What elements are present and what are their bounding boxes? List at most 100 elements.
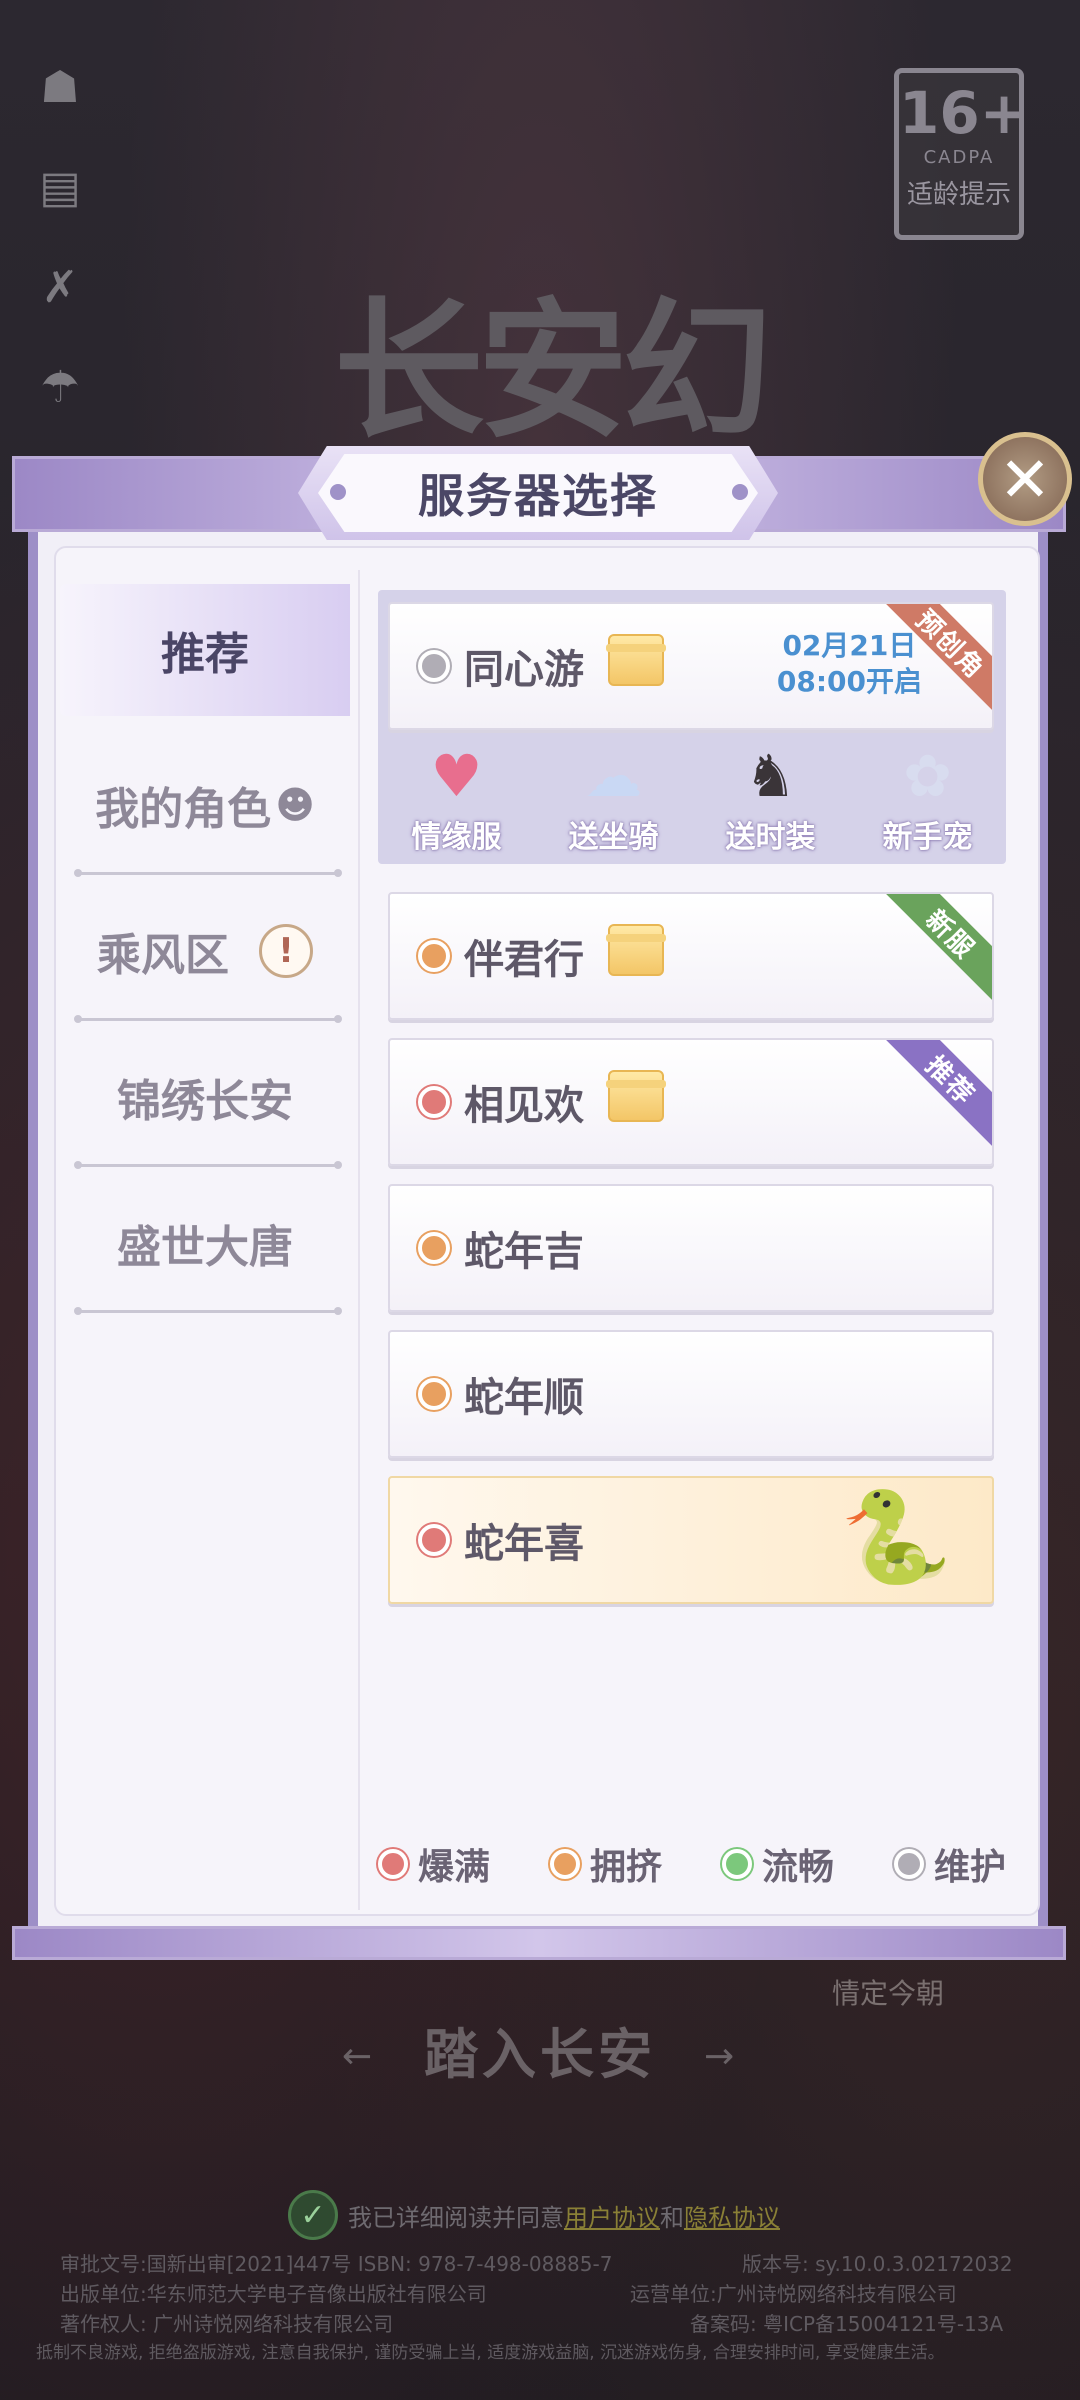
status-full-icon — [378, 1849, 408, 1879]
legend-item: 维护 — [893, 1838, 1006, 1890]
tab-label: 锦绣长安 — [117, 1076, 293, 1127]
legend-item: 拥挤 — [549, 1838, 662, 1890]
age-rating-org: CADPA — [923, 147, 995, 168]
enter-game-button[interactable]: 踏入长安 — [340, 2020, 740, 2090]
perk-item: ♥ 情缘服 — [392, 740, 522, 860]
title-plate-inner: 服务器选择 — [318, 454, 758, 532]
server-card-special[interactable]: 蛇年喜 🐍 — [388, 1476, 994, 1604]
footer-version: 版本号: sy.10.0.3.02172032 — [742, 2252, 1013, 2276]
server-card-featured[interactable]: 同心游 02月21日 08:00开启 预创角 — [388, 602, 994, 730]
footer-publisher: 出版单位:华东师范大学电子音像出版社有限公司 — [60, 2282, 487, 2306]
tab-my-characters[interactable]: 我的角色 ☻ — [60, 738, 350, 872]
gallery-icon[interactable]: ▤ — [36, 160, 84, 216]
modal-title: 服务器选择 — [418, 469, 658, 523]
current-server-label[interactable]: 情定今朝 — [832, 1972, 944, 2012]
footer-icp: 备案码: 粤ICP备15004121号-13A — [690, 2312, 1004, 2336]
character-icon: ☻ — [275, 783, 315, 827]
age-rating-tip: 适龄提示 — [906, 180, 1011, 210]
gift-icon — [606, 1070, 666, 1122]
status-crowded-icon — [549, 1849, 580, 1879]
perk-item: ♞ 送时装 — [706, 740, 836, 860]
agreement-row: ✓ 我已详细阅读并同意 用户协议 和 隐私协议 — [288, 2190, 780, 2240]
customer-service-icon[interactable]: ☂ — [36, 360, 84, 416]
title-ornament-left — [330, 484, 346, 500]
user-agreement-link[interactable]: 用户协议 — [564, 2198, 660, 2233]
modal-bottom-frame — [12, 1926, 1066, 1960]
footer-approval: 审批文号:国新出审[2021]447号 ISBN: 978-7-498-0888… — [60, 2252, 613, 2276]
tab-label: 我的角色 — [95, 784, 272, 835]
tab-divider — [74, 1307, 342, 1315]
perk-item: ☁ 送坐骑 — [549, 740, 679, 860]
column-separator — [358, 570, 360, 1910]
perk-label: 新手宠 — [882, 820, 973, 855]
legend-item: 流畅 — [721, 1838, 834, 1890]
close-button[interactable]: ✕ — [978, 432, 1072, 526]
legend-label: 流畅 — [761, 1847, 834, 1888]
perk-label: 送时装 — [725, 820, 816, 855]
server-name: 同心游 — [464, 647, 584, 693]
legend-label: 维护 — [933, 1847, 1006, 1888]
alert-icon: ! — [259, 924, 313, 978]
side-toolbar: ☗ ▤ ✗ ☂ — [36, 60, 84, 416]
agree-checkbox[interactable]: ✓ — [288, 2190, 338, 2240]
perk-label: 送坐骑 — [568, 820, 659, 855]
server-card[interactable]: 蛇年顺 — [388, 1330, 994, 1458]
status-legend: 爆满 拥挤 流畅 维护 — [378, 1838, 1006, 1890]
tab-divider — [74, 869, 342, 877]
gift-icon — [606, 634, 666, 686]
open-hour: 08:00开启 — [776, 665, 922, 698]
footer-operator: 运营单位:广州诗悦网络科技有限公司 — [630, 2282, 957, 2306]
pet-icon: ✿ — [903, 742, 952, 810]
agreement-prefix: 我已详细阅读并同意 — [348, 2203, 564, 2232]
server-name: 蛇年顺 — [464, 1375, 584, 1421]
tab-jinxiu-changan[interactable]: 锦绣长安 — [60, 1030, 350, 1164]
cloud-mount-icon: ☁ — [584, 742, 643, 810]
status-full-icon — [418, 1524, 450, 1556]
status-crowded-icon — [418, 940, 450, 972]
legend-label: 拥挤 — [589, 1847, 662, 1888]
tab-divider — [74, 1015, 342, 1023]
server-name: 相见欢 — [464, 1083, 584, 1129]
legend-item: 爆满 — [378, 1838, 490, 1890]
legend-label: 爆满 — [418, 1847, 491, 1888]
age-rating-badge[interactable]: 16+ CADPA 适龄提示 — [894, 68, 1029, 240]
announcement-icon[interactable]: ☗ — [36, 60, 84, 116]
status-crowded-icon — [418, 1378, 450, 1410]
agreement-and: 和 — [660, 2203, 684, 2232]
tab-label: 推荐 — [161, 629, 249, 680]
privacy-agreement-link[interactable]: 隐私协议 — [684, 2198, 780, 2233]
status-full-icon — [418, 1086, 450, 1118]
close-icon: ✕ — [999, 442, 1051, 516]
perk-item: ✿ 新手宠 — [863, 740, 993, 860]
status-maintenance-icon — [418, 650, 450, 682]
costume-icon: ♞ — [744, 742, 797, 810]
server-card[interactable]: 蛇年吉 — [388, 1184, 994, 1312]
snake-mascot-icon: 🐍 — [839, 1485, 952, 1590]
server-card[interactable]: 伴君行 新服 — [388, 892, 994, 1020]
status-maintenance-icon — [893, 1849, 924, 1879]
ribbon-recommended: 推荐 — [881, 1040, 992, 1150]
repair-icon[interactable]: ✗ — [36, 260, 84, 316]
gift-icon — [606, 924, 666, 976]
open-time: 02月21日 08:00开启 — [777, 628, 922, 700]
tab-label: 盛世大唐 — [117, 1222, 293, 1273]
arrow-right-icon: → — [704, 2036, 735, 2077]
ribbon-new-server: 新服 — [881, 894, 992, 1004]
server-name: 蛇年喜 — [464, 1521, 584, 1567]
status-crowded-icon — [418, 1232, 450, 1264]
server-card[interactable]: 相见欢 推荐 — [388, 1038, 994, 1166]
title-ornament-right — [732, 484, 748, 500]
tab-shengshi-datang[interactable]: 盛世大唐 — [60, 1176, 350, 1310]
tab-chengfeng-zone[interactable]: 乘风区 ! — [60, 884, 350, 1018]
featured-perks: ♥ 情缘服 ☁ 送坐骑 ♞ 送时装 ✿ 新手宠 — [378, 740, 1006, 860]
server-name: 蛇年吉 — [464, 1229, 584, 1275]
tab-divider — [74, 1161, 342, 1169]
footer-health-notice: 抵制不良游戏, 拒绝盗版游戏, 注意自我保护, 谨防受骗上当, 适度游戏益脑, … — [36, 2343, 945, 2363]
status-smooth-icon — [721, 1849, 752, 1879]
heart-icon: ♥ — [430, 742, 483, 810]
tab-recommended[interactable]: 推荐 — [60, 584, 350, 716]
age-rating-number: 16+ — [899, 79, 1029, 147]
server-name: 伴君行 — [464, 937, 584, 983]
perk-label: 情缘服 — [411, 820, 502, 855]
tab-label: 乘风区 — [97, 930, 229, 981]
